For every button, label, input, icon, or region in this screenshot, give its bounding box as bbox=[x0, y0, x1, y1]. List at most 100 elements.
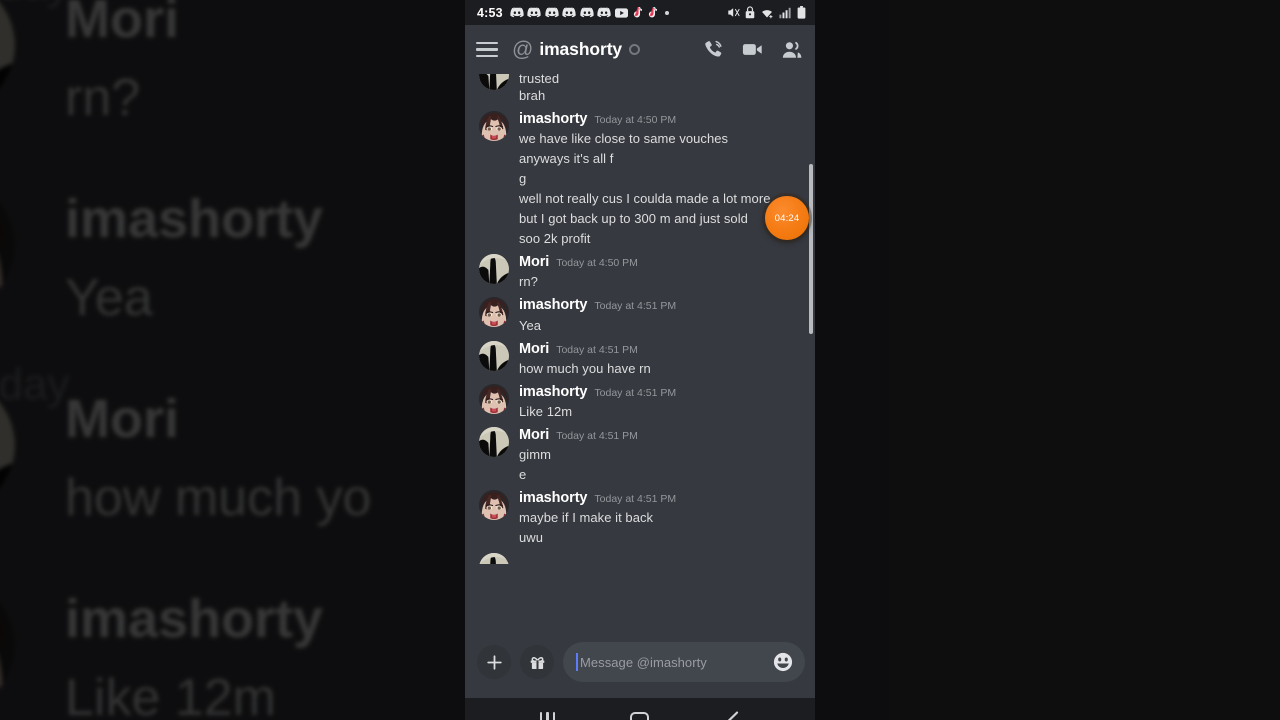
message-input-placeholder: Message @imashorty bbox=[580, 654, 707, 670]
message-timestamp: Today at 4:51 PM bbox=[594, 300, 677, 313]
discord-notification-icon bbox=[527, 7, 541, 18]
message-composer: Message @imashorty bbox=[465, 626, 815, 698]
avatar[interactable] bbox=[479, 553, 509, 564]
message-line: maybe if I make it back bbox=[519, 510, 654, 526]
message[interactable]: Mori Today at 4:51 PM gimm e bbox=[465, 424, 815, 487]
youtube-notification-icon bbox=[614, 7, 628, 18]
message-list-scroll-area[interactable]: trusted brah imashorty Today at 4:50 PM we h… bbox=[465, 74, 815, 626]
mori-avatar bbox=[479, 427, 509, 457]
avatar[interactable] bbox=[479, 254, 509, 285]
emoji-picker-button[interactable] bbox=[773, 652, 793, 672]
discord-notification-icon bbox=[597, 7, 611, 18]
discord-notification-icon bbox=[580, 7, 594, 18]
message-partial-top[interactable]: trusted brah bbox=[465, 74, 815, 108]
imashorty-avatar bbox=[479, 111, 509, 141]
discord-notification-icon bbox=[510, 7, 524, 18]
message-line: uwu bbox=[519, 530, 543, 546]
video-call-button[interactable] bbox=[741, 38, 764, 61]
video-camera-icon bbox=[742, 44, 762, 55]
message-line: but I got back up to 300 m and just sold bbox=[519, 211, 748, 227]
message-author[interactable]: imashorty bbox=[519, 383, 588, 401]
channel-name[interactable]: imashorty bbox=[539, 39, 622, 60]
imashorty-avatar bbox=[479, 297, 509, 327]
avatar[interactable] bbox=[479, 111, 509, 142]
message-header: imashorty Today at 4:51 PM bbox=[519, 489, 801, 507]
message-author[interactable]: Mori bbox=[519, 340, 549, 358]
message-author[interactable]: Mori bbox=[519, 426, 549, 444]
message[interactable]: Mori Today at 4:50 PM rn? bbox=[465, 251, 815, 294]
message-line: we have like close to same vouches bbox=[519, 131, 729, 147]
message-header: imashorty Today at 4:51 PM bbox=[519, 296, 801, 314]
message-header: Mori Today at 4:51 PM bbox=[519, 426, 801, 444]
mori-avatar bbox=[479, 74, 509, 90]
message-line: well not really cus I coulda made a lot … bbox=[519, 191, 771, 207]
message-header: Mori Today at 4:51 PM bbox=[519, 340, 801, 358]
gift-icon bbox=[530, 656, 544, 669]
message-line: Like 12m bbox=[519, 403, 573, 419]
message-header: imashorty Today at 4:50 PM bbox=[519, 110, 801, 128]
home-button[interactable] bbox=[615, 698, 665, 720]
members-people-icon bbox=[782, 41, 802, 58]
screen-recorder-timer[interactable]: 04:24 bbox=[765, 196, 809, 240]
avatar[interactable] bbox=[479, 383, 509, 414]
avatar[interactable] bbox=[479, 489, 509, 520]
tiktok-notification-icon bbox=[648, 6, 657, 17]
message[interactable]: imashorty Today at 4:51 PM Yea bbox=[465, 294, 815, 337]
avatar[interactable] bbox=[479, 74, 509, 90]
voice-call-button[interactable] bbox=[703, 39, 724, 60]
presence-status-dot bbox=[629, 44, 641, 55]
android-navigation-bar bbox=[465, 698, 815, 720]
message-line: rn? bbox=[519, 274, 538, 290]
back-button[interactable] bbox=[708, 698, 758, 720]
send-gift-button[interactable] bbox=[520, 645, 554, 679]
status-bar-system-icons bbox=[727, 6, 806, 19]
message-timestamp: Today at 4:51 PM bbox=[594, 386, 677, 399]
text-cursor bbox=[576, 653, 578, 671]
message-author[interactable]: imashorty bbox=[519, 296, 588, 314]
add-attachment-button[interactable] bbox=[477, 645, 511, 679]
imashorty-avatar bbox=[479, 490, 509, 520]
message-input[interactable]: Message @imashorty bbox=[563, 642, 805, 682]
message-author[interactable]: Mori bbox=[519, 253, 549, 271]
avatar[interactable] bbox=[479, 297, 509, 328]
message-author[interactable]: imashorty bbox=[519, 489, 588, 507]
mori-avatar bbox=[479, 553, 509, 564]
members-button[interactable] bbox=[781, 39, 803, 61]
avatar[interactable] bbox=[479, 340, 509, 371]
message-line: how much you have rn bbox=[519, 360, 651, 376]
hamburger-menu-icon[interactable] bbox=[476, 41, 498, 58]
message-list-scrollbar[interactable] bbox=[809, 164, 813, 334]
message-author[interactable]: imashorty bbox=[519, 110, 588, 128]
avatar[interactable] bbox=[479, 426, 509, 457]
battery-icon bbox=[797, 6, 806, 19]
message-timestamp: Today at 4:50 PM bbox=[594, 114, 677, 127]
message[interactable]: imashorty Today at 4:51 PM maybe if I make… bbox=[465, 487, 815, 550]
message-timestamp: Today at 4:50 PM bbox=[556, 257, 638, 270]
message-header: imashorty Today at 4:51 PM bbox=[519, 383, 801, 401]
message-timestamp: Today at 4:51 PM bbox=[556, 429, 638, 442]
message-line: anyways it's all f bbox=[519, 151, 614, 167]
smiley-face-icon bbox=[773, 652, 793, 672]
status-bar-notification-icons bbox=[510, 6, 672, 19]
discord-notification-icon bbox=[545, 7, 559, 18]
message-line: gimm bbox=[519, 446, 551, 462]
recorder-elapsed-time: 04:24 bbox=[774, 212, 800, 224]
at-symbol-icon: @ bbox=[512, 38, 534, 61]
message-timestamp: Today at 4:51 PM bbox=[594, 492, 677, 505]
android-status-bar: 4:53 bbox=[465, 0, 815, 25]
phone-screen: 4:53 @ imashorty trusted brah imashorty … bbox=[465, 0, 815, 720]
message-line: soo 2k profit bbox=[519, 231, 591, 247]
message[interactable]: imashorty Today at 4:50 PM we have like cl… bbox=[465, 108, 815, 251]
recents-button[interactable] bbox=[522, 698, 572, 720]
message[interactable]: imashorty Today at 4:51 PM Like 12m bbox=[465, 381, 815, 424]
status-bar-clock: 4:53 bbox=[477, 5, 503, 20]
message-line: brah bbox=[519, 88, 546, 103]
imashorty-avatar bbox=[479, 384, 509, 414]
recents-icon bbox=[539, 712, 555, 720]
back-chevron-icon bbox=[727, 711, 738, 720]
mute-icon bbox=[728, 8, 740, 17]
message[interactable]: Mori Today at 4:51 PM how much you have rn bbox=[465, 338, 815, 381]
wifi-icon bbox=[762, 9, 773, 18]
message-partial-bottom[interactable] bbox=[465, 550, 815, 564]
more-notifications-dot-icon bbox=[665, 10, 670, 15]
